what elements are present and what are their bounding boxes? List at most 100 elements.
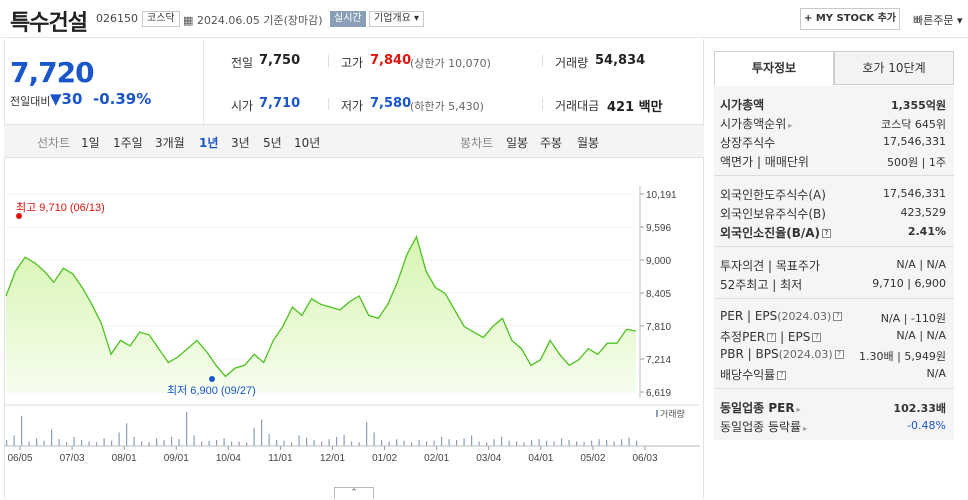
foreign-ratio-value: 2.41% (907, 225, 946, 238)
chart-toggle-button[interactable]: ⌃ (334, 487, 374, 499)
volume-bar (508, 440, 510, 446)
volume-bar (351, 441, 353, 446)
help-icon[interactable]: ? (834, 350, 844, 359)
w52-high-text: 52주최고 (720, 278, 769, 292)
face-label: 액면가 (720, 155, 754, 169)
chevron-right-icon: ▸ (803, 424, 808, 433)
help-icon[interactable]: ? (812, 333, 822, 342)
volume-bar (501, 436, 503, 446)
volume-bar (238, 441, 240, 446)
period-1w[interactable]: 1주일 (113, 134, 143, 151)
fast-order-link[interactable]: 빠른주문 ▾ (913, 12, 963, 28)
sector-change-link[interactable]: 동일업종 등락률 ▸ (720, 418, 807, 435)
candle-daily[interactable]: 일봉 (506, 134, 528, 151)
period-5y[interactable]: 5년 (263, 134, 282, 151)
volume-bar (411, 442, 413, 446)
volume-bar (13, 435, 15, 446)
volume-bar (493, 439, 495, 446)
volume-bar (471, 435, 473, 446)
prev-value: 7,750 (259, 53, 301, 68)
low-annotation: 최저 6,900 (09/27) (167, 384, 256, 397)
x-tick-label: 07/03 (60, 453, 85, 464)
volume-bar (118, 432, 120, 446)
company-info-label: 기업개요 (374, 13, 411, 24)
realtime-badge[interactable]: 실시간 (330, 11, 366, 27)
calendar-icon: ▦ (183, 14, 194, 27)
volume-legend-swatch (656, 410, 658, 417)
tab-orderbook[interactable]: 호가 10단계 (834, 51, 954, 85)
sector-per-value: 102.33배 (893, 402, 946, 415)
price-chart[interactable]: 10,191 9,596 9,000 8,405 7,810 7,214 6,619 06/… (0, 158, 704, 488)
dividend-value: N/A (926, 367, 946, 380)
chevron-right-icon: ▸ (788, 121, 793, 130)
volume-bar (313, 440, 315, 446)
help-icon[interactable]: ? (767, 333, 777, 342)
x-tick-label: 10/04 (216, 453, 241, 464)
w52-low-text: 최저 (780, 278, 803, 292)
target-text: 목표주가 (775, 259, 821, 273)
volume-bar (103, 438, 105, 446)
volume-bar (441, 436, 443, 446)
volume-bar (186, 412, 188, 446)
opinion-val: N/A (896, 258, 916, 271)
divider (328, 55, 329, 67)
volume-bar (208, 440, 210, 446)
eps-period: (2024.03) (777, 310, 832, 323)
my-stock-add-button[interactable]: + MY STOCK 추가 (800, 8, 900, 30)
y-tick-label: 8,405 (646, 289, 671, 300)
x-tick-label: 06/05 (7, 453, 32, 464)
volume-bar (111, 440, 113, 446)
tab-invest-info[interactable]: 투자정보 (714, 51, 834, 85)
help-icon[interactable]: ? (777, 371, 787, 380)
bps-period: (2024.03) (778, 348, 833, 361)
divider (714, 175, 954, 176)
est-per-value: N/A | N/A (896, 329, 946, 342)
volume-label: 거래량 (555, 56, 589, 70)
period-3m[interactable]: 3개월 (155, 134, 185, 151)
pbr-bps-value: 1.30배 | 5,949원 (859, 350, 946, 363)
opinion-label: 투자의견 | 목표주가 (720, 259, 821, 273)
stock-name: 특수건설 (10, 11, 88, 36)
volume-bar (261, 419, 263, 446)
lower-limit: (하한가 5,430) (410, 100, 484, 113)
w52-high-val: 9,710 (872, 277, 904, 290)
volume-bars (4, 412, 700, 447)
volume-bar (328, 439, 330, 446)
chevron-right-icon: ▸ (796, 405, 801, 414)
current-price: 7,720 (10, 56, 95, 89)
est-eps-text: EPS (787, 330, 811, 344)
cap-rank-link[interactable]: 시가총액순위 ▸ (720, 115, 792, 132)
period-1y[interactable]: 1년 (199, 134, 218, 151)
sector-per-link[interactable]: 동일업종 PER ▸ (720, 399, 801, 416)
date-text: 2024.06.05 (196, 14, 260, 27)
volume-bar (598, 439, 600, 446)
volume-bar (148, 442, 150, 446)
change-label: 전일대비 (10, 95, 51, 108)
volume-bar (576, 441, 578, 446)
volume-bar (396, 439, 398, 446)
high-annotation: 최고 9,710 (06/13) (16, 201, 105, 214)
y-tick-label: 7,810 (646, 322, 671, 333)
volume-bar (133, 436, 135, 446)
divider (542, 98, 543, 110)
help-icon[interactable]: ? (833, 312, 843, 321)
opinion-value: N/A | N/A (896, 258, 946, 271)
per-text: PER (720, 309, 744, 323)
volume-bar (298, 435, 300, 446)
sector-change-text: 동일업종 등락률 (720, 420, 802, 434)
period-10y[interactable]: 10년 (294, 134, 320, 151)
company-info-dropdown[interactable]: 기업개요 ▾ (369, 11, 425, 27)
period-3y[interactable]: 3년 (231, 134, 250, 151)
divider (542, 55, 543, 67)
eps-val: -110원 (910, 312, 946, 325)
volume-bar (636, 440, 638, 446)
w52-low-val: 6,900 (914, 277, 947, 290)
candle-monthly[interactable]: 월봉 (577, 134, 599, 151)
volume-bar (478, 441, 480, 446)
volume-bar (553, 441, 555, 446)
period-1d[interactable]: 1일 (81, 134, 100, 151)
face-trade-value: 500원 | 1주 (887, 156, 946, 169)
volume-bar (463, 438, 465, 446)
candle-weekly[interactable]: 주봉 (540, 134, 562, 151)
help-icon[interactable]: ? (822, 229, 832, 238)
